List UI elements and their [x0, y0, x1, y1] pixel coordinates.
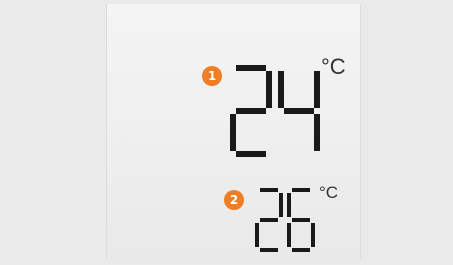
temperature-unit-2: °C: [319, 183, 339, 202]
temperature-reading-2: [255, 188, 315, 252]
lcd-panel: 1 °C 2 °C: [106, 4, 361, 259]
marker-1-badge: 1: [202, 66, 222, 86]
marker-2-badge: 2: [224, 190, 244, 210]
temperature-unit-1: °C: [321, 54, 346, 79]
thermostat-display-screenshot: 1 °C 2 °C: [0, 0, 453, 265]
